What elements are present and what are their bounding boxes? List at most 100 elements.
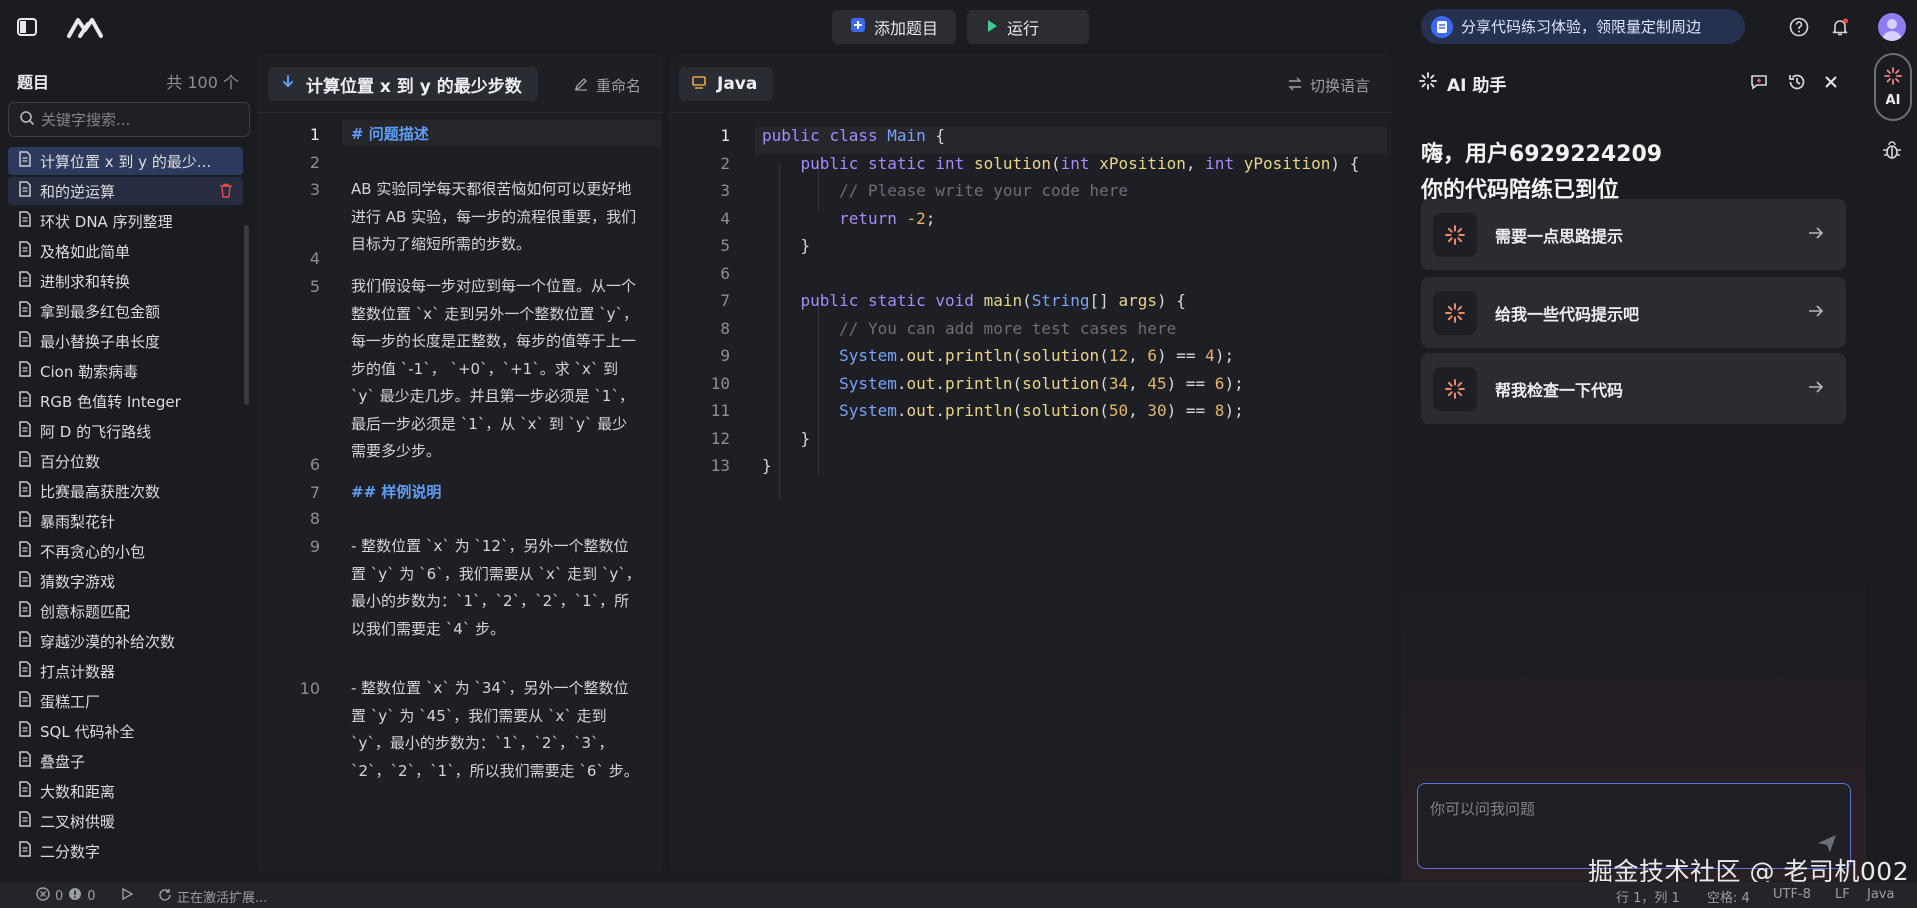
suggestion-label: 帮我检查一下代码 xyxy=(1495,380,1624,400)
add-problem-button[interactable]: 添加题目 xyxy=(832,10,956,44)
document-icon xyxy=(18,751,32,771)
search-input[interactable] xyxy=(41,110,241,129)
code-text: // You can add more test cases here xyxy=(762,318,1177,338)
ai-suggestion-button[interactable]: 给我一些代码提示吧 xyxy=(1421,277,1846,348)
problem-list-item[interactable]: SQL 代码补全 xyxy=(8,717,243,745)
problem-list-item[interactable]: 穿越沙漠的补给次数 xyxy=(8,627,243,655)
problem-list-item[interactable]: 环状 DNA 序列整理 xyxy=(8,207,243,235)
suggestion-label: 给我一些代码提示吧 xyxy=(1495,304,1640,324)
history-icon[interactable] xyxy=(1786,71,1808,93)
code-line: 13} xyxy=(669,456,1392,483)
code-line: 12 } xyxy=(669,429,1392,456)
problem-name: Cion 勒索病毒 xyxy=(40,362,139,381)
problem-name: 及格如此简单 xyxy=(40,242,131,261)
problem-list-item[interactable]: 猜数字游戏 xyxy=(8,567,243,595)
problem-list-item[interactable]: 暴雨梨花针 xyxy=(8,507,243,535)
cursor-position[interactable]: 行 1，列 1 xyxy=(1616,887,1680,906)
document-icon xyxy=(18,691,32,711)
problem-list-item[interactable]: 不再贪心的小包 xyxy=(8,537,243,565)
markdown-text: - 整数位置 `x` 为 `12`，另外一个整数位置 `y` 为 `6`，我们需… xyxy=(351,537,641,638)
problem-list-item[interactable]: 计算位置 x 到 y 的最少... xyxy=(8,147,243,175)
problem-name: 穿越沙漠的补给次数 xyxy=(40,632,176,651)
code-line: 8 // You can add more test cases here xyxy=(669,319,1392,346)
problem-list-item[interactable]: RGB 色值转 Integer xyxy=(8,387,243,415)
problem-list-item[interactable]: 蛋糕工厂 xyxy=(8,687,243,715)
encoding-setting[interactable]: UTF-8 xyxy=(1773,887,1811,902)
run-debug-icon[interactable] xyxy=(120,887,134,901)
extension-status[interactable]: 正在激活扩展... xyxy=(158,887,267,906)
problem-list-item[interactable]: 百分位数 xyxy=(8,447,243,475)
rename-button[interactable]: 重命名 xyxy=(574,75,641,96)
problem-list-scrollbar[interactable] xyxy=(244,225,249,405)
document-icon xyxy=(18,661,32,681)
line-number: 1 xyxy=(309,125,320,144)
ai-rail-button[interactable]: AI xyxy=(1874,53,1912,121)
ai-suggestion-button[interactable]: 帮我检查一下代码 xyxy=(1421,353,1846,424)
problem-title-tab[interactable]: 计算位置 x 到 y 的最少步数 xyxy=(268,67,538,101)
problems-indicator[interactable]: 0 0 xyxy=(36,887,96,905)
switch-language-button[interactable]: 切换语言 xyxy=(1288,75,1370,96)
problem-list-item[interactable]: 和的逆运算 xyxy=(8,177,243,205)
line-number: 3 xyxy=(720,181,730,200)
problem-list-item[interactable]: 打点计数器 xyxy=(8,657,243,685)
problem-list-item[interactable]: 创意标题匹配 xyxy=(8,597,243,625)
warning-icon xyxy=(68,887,82,905)
code-text: } xyxy=(762,428,811,448)
arrow-right-icon xyxy=(1808,304,1824,322)
activating-text: 正在激活扩展... xyxy=(177,891,268,906)
document-icon xyxy=(18,601,32,621)
share-experience-banner[interactable]: 分享代码练习体验，领限量定制周边 xyxy=(1421,9,1745,44)
trash-icon[interactable] xyxy=(219,183,233,202)
problem-list-item[interactable]: 及格如此简单 xyxy=(8,237,243,265)
new-chat-icon[interactable] xyxy=(1748,71,1770,93)
problem-list-item[interactable]: 二叉树供暖 xyxy=(8,807,243,835)
problem-list-item[interactable]: 拿到最多红包金额 xyxy=(8,297,243,325)
line-number: 8 xyxy=(309,509,320,528)
problem-name: 暴雨梨花针 xyxy=(40,512,116,531)
editor-header: Java 切换语言 xyxy=(669,53,1392,113)
code-text: System.out.println(solution(12, 6) == 4)… xyxy=(839,346,1235,365)
problem-list-item[interactable]: 比赛最高获胜次数 xyxy=(8,477,243,505)
document-icon xyxy=(18,721,32,741)
code-line: 11 System.out.println(solution(50, 30) =… xyxy=(669,401,1392,428)
status-bar: 0 0 正在激活扩展... 行 1，列 1 空格: 4 UTF-8 LF Jav… xyxy=(0,882,1917,908)
code-line: 4 return -2; xyxy=(669,209,1392,236)
eol-setting[interactable]: LF xyxy=(1835,887,1850,902)
problem-name: 进制求和转换 xyxy=(40,272,131,291)
top-bar: 添加题目 运行 分享代码练习体验，领限量定制周边 xyxy=(0,0,1917,53)
problem-list-item[interactable]: 最小替换子串长度 xyxy=(8,327,243,355)
indentation-setting[interactable]: 空格: 4 xyxy=(1707,887,1750,906)
run-button[interactable]: 运行 xyxy=(967,10,1089,44)
code-text: public static int solution(int xPosition… xyxy=(800,153,1360,173)
search-box[interactable] xyxy=(8,102,250,137)
sidebar-toggle-icon[interactable] xyxy=(14,14,40,40)
problem-list-item[interactable]: 二分数字 xyxy=(8,837,243,865)
line-number: 4 xyxy=(309,249,320,268)
ai-suggestion-button[interactable]: 需要一点思路提示 xyxy=(1421,199,1846,270)
code-line: 7 public static void main(String[] args)… xyxy=(669,291,1392,318)
line-number: 11 xyxy=(710,401,730,420)
problem-list-item[interactable]: 叠盘子 xyxy=(8,747,243,775)
notification-bell-icon[interactable] xyxy=(1828,15,1852,39)
problem-list-item[interactable]: 阿 D 的飞行路线 xyxy=(8,417,243,445)
code-line: 2 public static int solution(int xPositi… xyxy=(669,154,1392,181)
debug-bug-icon[interactable] xyxy=(1881,139,1903,165)
problem-list-item[interactable]: 进制求和转换 xyxy=(8,267,243,295)
line-number: 13 xyxy=(710,456,730,475)
switch-language-label: 切换语言 xyxy=(1310,77,1371,95)
document-icon xyxy=(18,481,32,501)
language-mode[interactable]: Java xyxy=(1867,887,1894,902)
help-icon[interactable] xyxy=(1787,15,1811,39)
avatar[interactable] xyxy=(1878,13,1906,41)
problem-list-item[interactable]: 大数和距离 xyxy=(8,777,243,805)
add-problem-label: 添加题目 xyxy=(874,19,939,38)
close-icon[interactable] xyxy=(1820,71,1842,93)
problem-list-item[interactable]: Cion 勒索病毒 xyxy=(8,357,243,385)
document-icon xyxy=(18,211,32,231)
document-icon xyxy=(18,631,32,651)
error-icon xyxy=(36,887,50,905)
problem-name: 二分数字 xyxy=(40,842,101,861)
code-line: 6 xyxy=(669,264,1392,291)
marscode-logo[interactable] xyxy=(66,14,104,40)
language-tab[interactable]: Java xyxy=(679,67,774,101)
